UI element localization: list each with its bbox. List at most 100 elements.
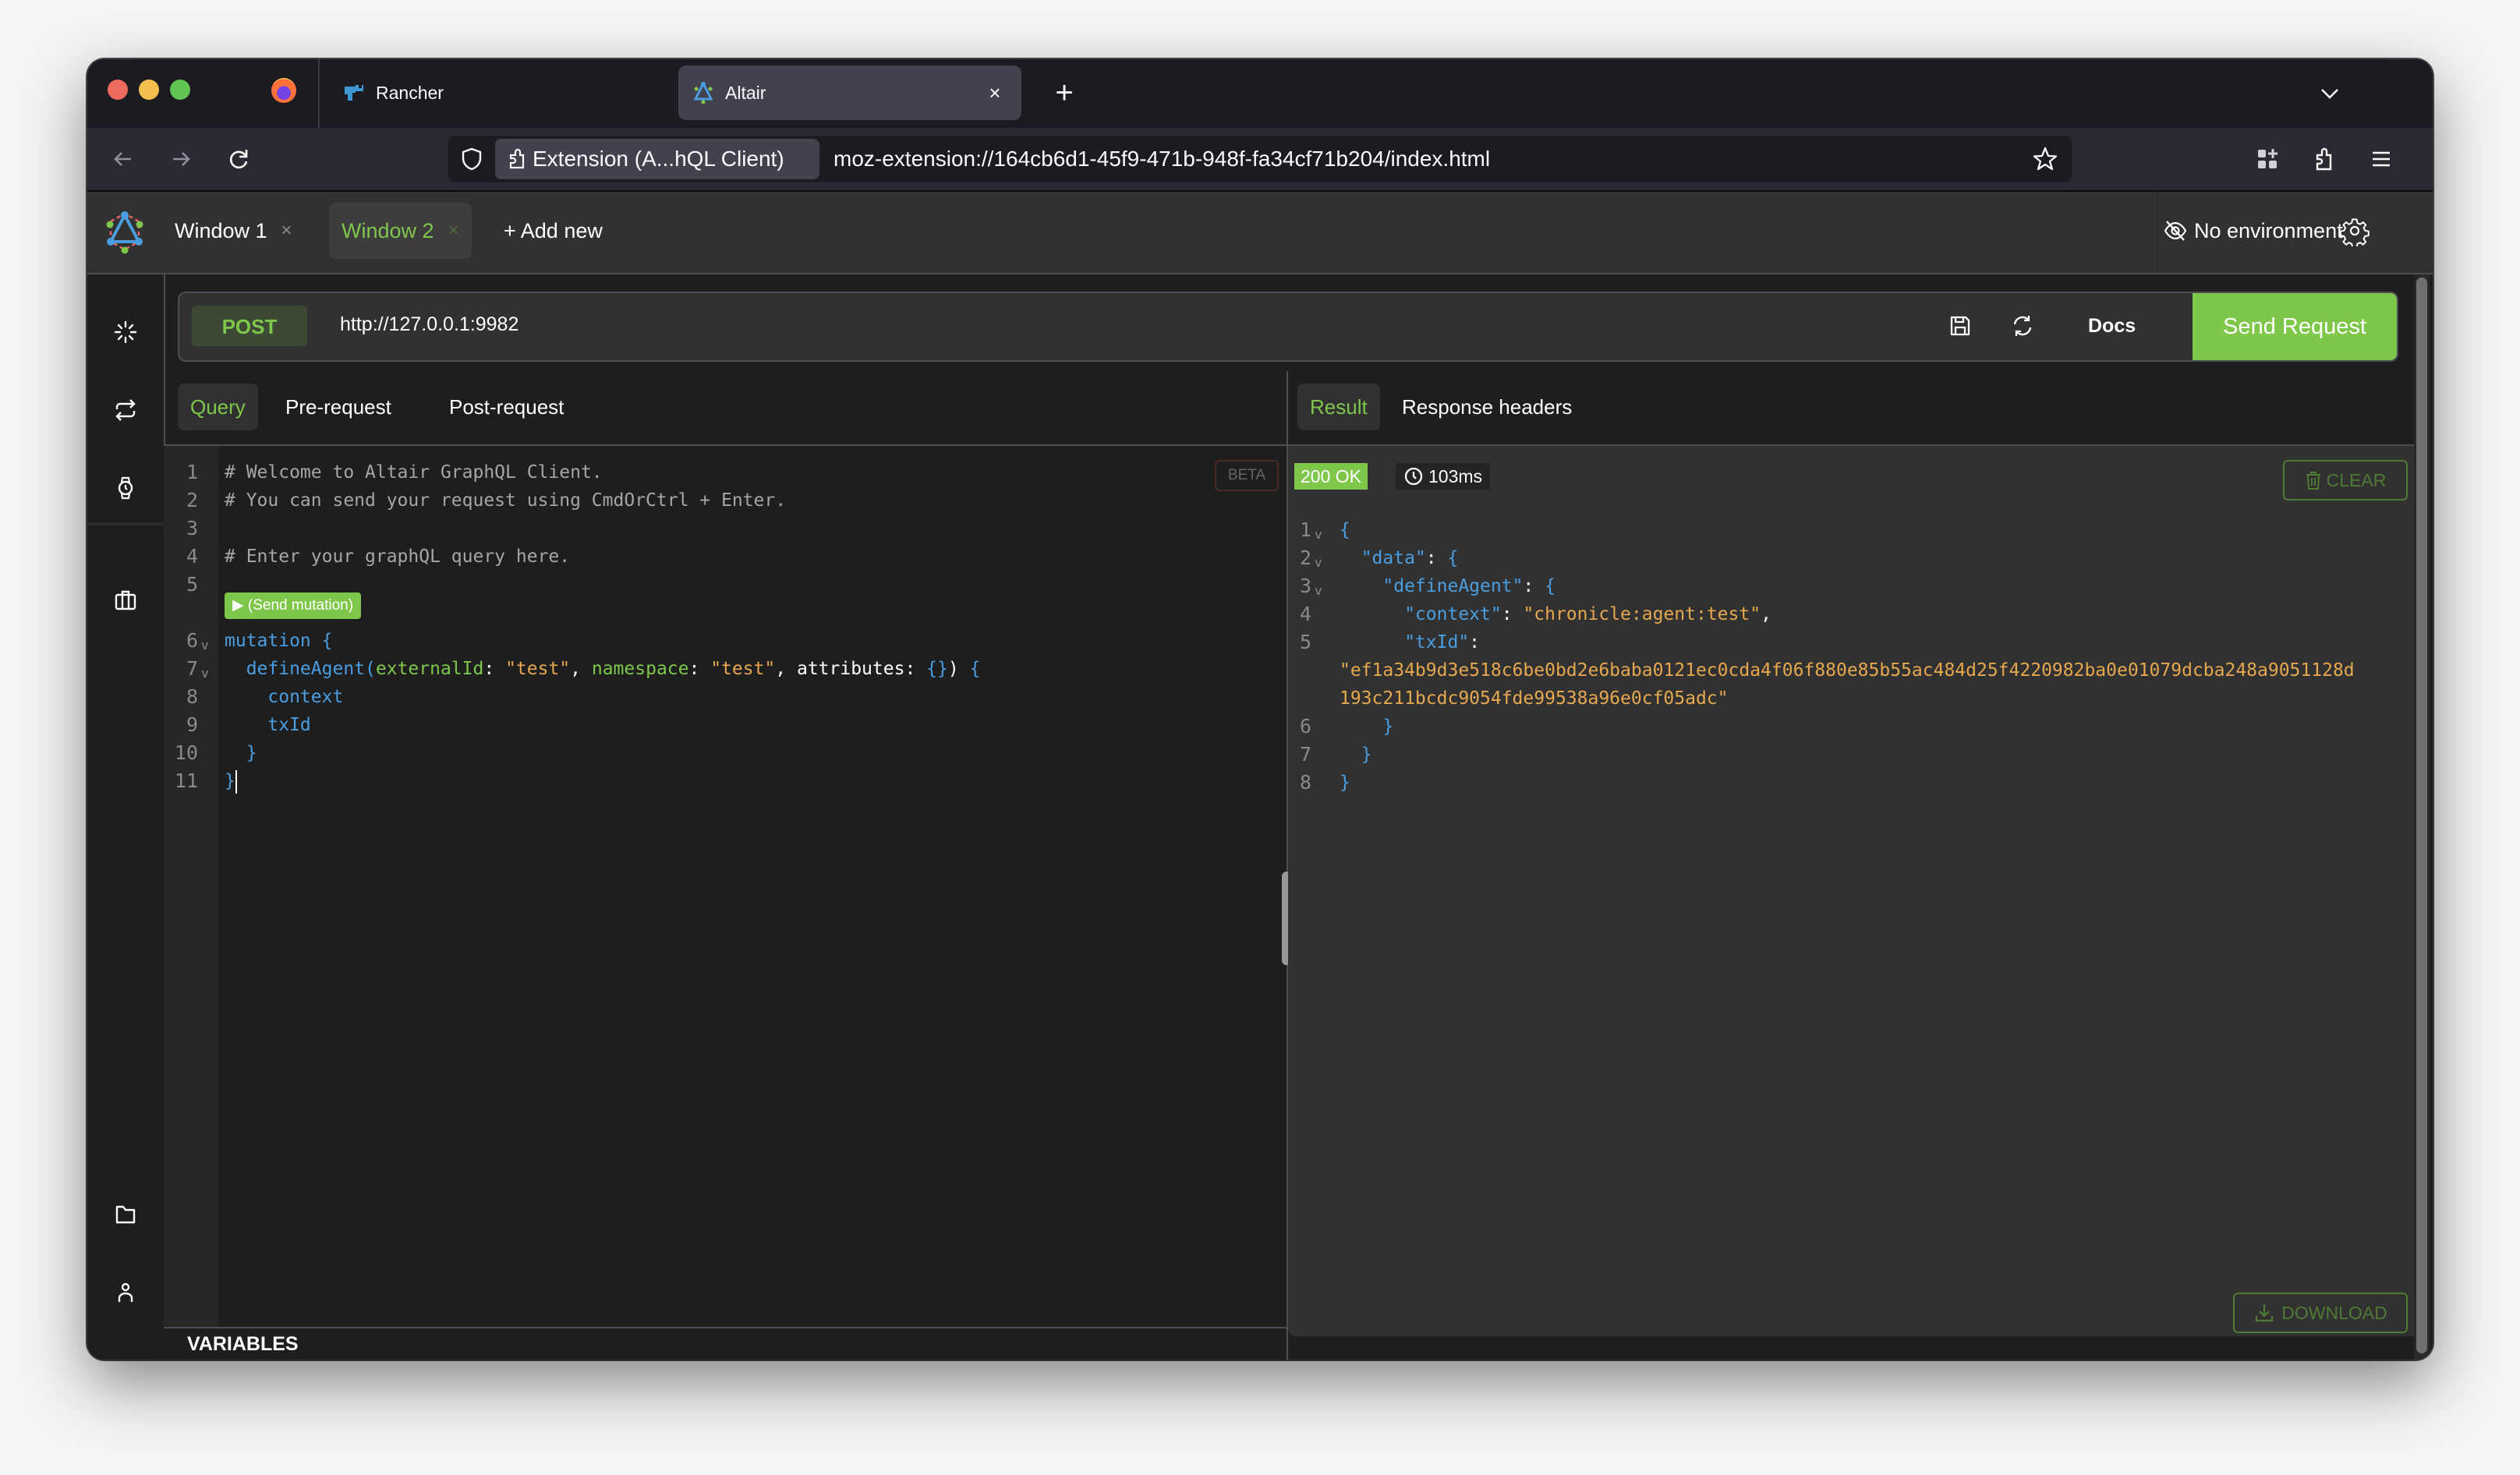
code-text: "txId":	[1340, 628, 1480, 656]
containers-icon[interactable]	[2249, 140, 2286, 178]
extension-puzzle-icon	[509, 148, 525, 169]
line-number: 7	[1299, 743, 1311, 766]
settings-gear-icon[interactable]	[2339, 215, 2370, 249]
fold-chevron-icon[interactable]: v	[1315, 549, 1322, 577]
briefcase-icon[interactable]	[110, 585, 141, 616]
refresh-schema-icon[interactable]	[2007, 310, 2038, 341]
menu-icon[interactable]	[2362, 140, 2400, 178]
identity-chip[interactable]: Extension (A...hQL Client)	[495, 139, 819, 179]
scrollbar-thumb[interactable]	[2416, 278, 2427, 1353]
code-token: {}	[926, 659, 948, 679]
bookmark-star-icon[interactable]	[2031, 145, 2059, 173]
browser-tab-altair[interactable]: Altair ×	[678, 65, 1021, 120]
tab-post-request[interactable]: Post-request	[437, 384, 576, 430]
page-scrollbar[interactable]	[2414, 274, 2430, 1360]
sparkle-icon[interactable]	[110, 317, 141, 348]
browser-window: Rancher × Altair × +	[87, 59, 2433, 1360]
code-token: {	[321, 631, 333, 651]
trash-icon	[2306, 472, 2320, 490]
browser-tab-title: Altair	[725, 82, 766, 103]
tab-response-headers[interactable]: Response headers	[1389, 384, 1584, 430]
query-editor[interactable]: 1 # Welcome to Altair GraphQL Client. 2 # Y…	[164, 446, 1287, 1327]
repeat-icon[interactable]	[110, 394, 141, 426]
request-url-input[interactable]: http://127.0.0.1:9982	[340, 293, 519, 355]
code-token: :	[1425, 548, 1448, 568]
code-token: ,	[1761, 604, 1771, 624]
line-number: 9	[186, 713, 198, 736]
window-tab-label: Window 1	[175, 218, 267, 242]
code-token: # Enter your graphQL query here.	[225, 546, 571, 567]
user-icon[interactable]	[110, 1277, 141, 1308]
download-result-button[interactable]: DOWNLOAD	[2233, 1293, 2408, 1333]
sidebar-divider	[87, 522, 164, 525]
tab-query[interactable]: Query	[178, 384, 258, 430]
line-number: 11	[174, 769, 198, 792]
code-token: "test"	[505, 659, 571, 679]
result-tabs: Result Response headers	[1288, 371, 2425, 446]
response-time: 103ms	[1428, 466, 1483, 486]
address-bar[interactable]: Extension (A...hQL Client) moz-extension…	[448, 136, 2072, 182]
send-mutation-button[interactable]: ▶ (Send mutation)	[225, 592, 362, 619]
code-token: {	[1545, 576, 1556, 596]
text-cursor	[235, 769, 237, 794]
fold-chevron-icon[interactable]: v	[201, 631, 209, 660]
code-token: :	[1501, 604, 1524, 624]
add-new-window-button[interactable]: + Add new	[504, 203, 603, 259]
new-tab-button[interactable]: +	[1045, 75, 1084, 114]
code-text: "defineAgent": {	[1340, 572, 1556, 600]
line-number: 6	[1299, 715, 1311, 738]
fold-chevron-icon[interactable]: v	[201, 660, 209, 688]
browser-tab-strip: Rancher × Altair × +	[87, 59, 2433, 128]
code-token: "data"	[1340, 548, 1426, 568]
window-tab-label: Window 2	[342, 218, 434, 242]
watch-icon[interactable]	[110, 472, 141, 504]
tab-list-chevron-icon[interactable]	[2313, 76, 2347, 111]
close-tab-icon[interactable]: ×	[979, 81, 1010, 105]
http-method-select[interactable]: POST	[192, 306, 307, 346]
extensions-icon[interactable]	[2305, 140, 2342, 178]
clear-result-button[interactable]: CLEAR	[2283, 460, 2408, 501]
environment-selector[interactable]: No environment	[2163, 203, 2343, 259]
variables-panel-header[interactable]: VARIABLES	[164, 1327, 1287, 1360]
code-text: # Enter your graphQL query here.	[225, 543, 570, 571]
code-token: defineAgent	[225, 659, 366, 679]
forward-icon[interactable]	[162, 140, 200, 178]
fold-chevron-icon[interactable]: v	[1315, 577, 1322, 605]
reload-icon[interactable]	[220, 140, 257, 178]
url-text[interactable]: moz-extension://164cb6d1-45f9-471b-948f-…	[834, 136, 1490, 182]
docs-button[interactable]: Docs	[2088, 293, 2136, 359]
beta-badge: BETA	[1215, 460, 1279, 491]
status-badge: 200 OK	[1294, 463, 1368, 490]
shield-icon[interactable]	[459, 147, 484, 172]
line-number: 10	[174, 741, 198, 764]
window-tab-2[interactable]: Window 2 ×	[329, 203, 472, 259]
code-text: # Welcome to Altair GraphQL Client.	[225, 458, 603, 486]
close-window-button[interactable]	[108, 80, 128, 100]
fold-chevron-icon[interactable]: v	[1315, 521, 1322, 549]
code-token: ,	[570, 659, 592, 679]
tab-result[interactable]: Result	[1297, 384, 1380, 430]
altair-app: Window 1 × Window 2 × + Add new No envir…	[87, 192, 2433, 1360]
code-token: {	[969, 659, 981, 679]
tab-strip-divider	[318, 59, 320, 128]
clear-label: CLEAR	[2326, 469, 2387, 490]
code-text: }	[1340, 741, 1372, 769]
zoom-window-button[interactable]	[170, 80, 190, 100]
close-window-tab-icon[interactable]: ×	[448, 220, 459, 242]
back-icon[interactable]	[104, 140, 142, 178]
window-tab-1[interactable]: Window 1 ×	[162, 203, 305, 259]
firefox-logo-icon	[271, 78, 296, 103]
folder-icon[interactable]	[110, 1199, 141, 1230]
code-token: (	[365, 659, 376, 679]
send-request-button[interactable]: Send Request	[2193, 293, 2397, 360]
code-text: {	[1340, 516, 1350, 544]
line-number: 2	[186, 489, 198, 511]
minimize-window-button[interactable]	[139, 80, 159, 100]
close-window-tab-icon[interactable]: ×	[281, 220, 292, 242]
save-icon[interactable]	[1945, 310, 1976, 341]
code-text: # You can send your request using CmdOrC…	[225, 486, 786, 515]
line-number: 2	[1299, 546, 1311, 569]
code-token: "txId"	[1340, 632, 1470, 653]
code-text: "context": "chronicle:agent:test",	[1340, 600, 1771, 628]
tab-pre-request[interactable]: Pre-request	[273, 384, 404, 430]
